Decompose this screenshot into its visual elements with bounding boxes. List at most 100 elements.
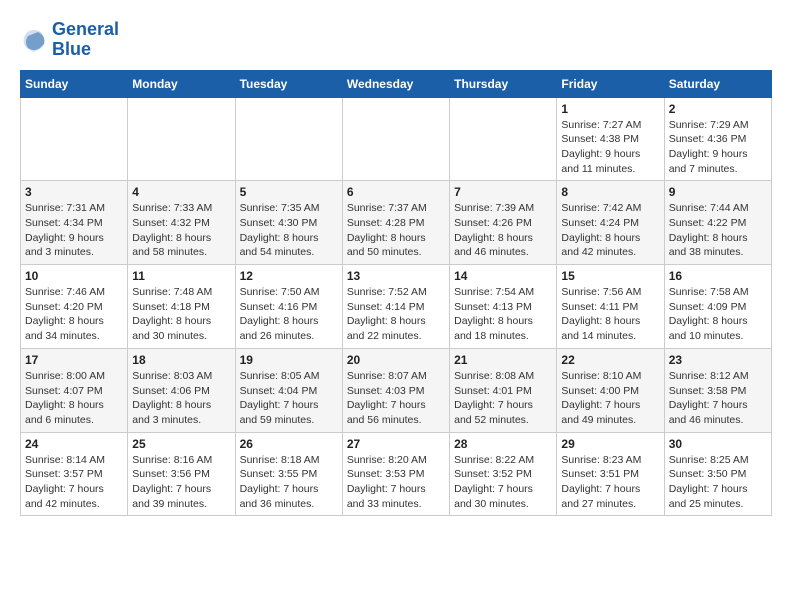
day-header-sunday: Sunday: [21, 70, 128, 97]
calendar-cell: 8 Sunrise: 7:42 AM Sunset: 4:24 PM Daylig…: [557, 181, 664, 265]
day-number: 12: [240, 269, 338, 283]
calendar-cell: 17Sunrise: 8:00 AM Sunset: 4:07 PM Dayli…: [21, 348, 128, 432]
calendar-header: SundayMondayTuesdayWednesdayThursdayFrid…: [21, 70, 772, 97]
day-info: Sunrise: 7:48 AM Sunset: 4:18 PM Dayligh…: [132, 285, 230, 344]
day-info: Sunrise: 8:22 AM Sunset: 3:52 PM Dayligh…: [454, 453, 552, 512]
calendar-cell: 20 Sunrise: 8:07 AM Sunset: 4:03 PM Dayli…: [342, 348, 449, 432]
day-info: Sunrise: 7:54 AM Sunset: 4:13 PM Dayligh…: [454, 285, 552, 344]
calendar-cell: 11Sunrise: 7:48 AM Sunset: 4:18 PM Dayli…: [128, 265, 235, 349]
calendar-week-2: 3Sunrise: 7:31 AM Sunset: 4:34 PM Daylig…: [21, 181, 772, 265]
calendar-cell: 4Sunrise: 7:33 AM Sunset: 4:32 PM Daylig…: [128, 181, 235, 265]
calendar-cell: [128, 97, 235, 181]
calendar-cell: 10 Sunrise: 7:46 AM Sunset: 4:20 PM Dayli…: [21, 265, 128, 349]
day-info: Sunrise: 8:20 AM Sunset: 3:53 PM Dayligh…: [347, 453, 445, 512]
calendar-cell: 7 Sunrise: 7:39 AM Sunset: 4:26 PM Daylig…: [450, 181, 557, 265]
day-number: 8: [561, 185, 659, 199]
day-number: 19: [240, 353, 338, 367]
day-info: Sunrise: 7:52 AM Sunset: 4:14 PM Dayligh…: [347, 285, 445, 344]
day-info: Sunrise: 8:05 AM Sunset: 4:04 PM Dayligh…: [240, 369, 338, 428]
calendar-cell: 24 Sunrise: 8:14 AM Sunset: 3:57 PM Dayli…: [21, 432, 128, 516]
calendar-cell: [342, 97, 449, 181]
day-info: Sunrise: 8:03 AM Sunset: 4:06 PM Dayligh…: [132, 369, 230, 428]
header-row: SundayMondayTuesdayWednesdayThursdayFrid…: [21, 70, 772, 97]
day-info: Sunrise: 7:44 AM Sunset: 4:22 PM Dayligh…: [669, 201, 767, 260]
day-info: Sunrise: 8:08 AM Sunset: 4:01 PM Dayligh…: [454, 369, 552, 428]
day-number: 27: [347, 437, 445, 451]
day-number: 24: [25, 437, 123, 451]
day-number: 22: [561, 353, 659, 367]
day-info: Sunrise: 7:39 AM Sunset: 4:26 PM Dayligh…: [454, 201, 552, 260]
calendar-cell: [21, 97, 128, 181]
day-number: 13: [347, 269, 445, 283]
day-header-wednesday: Wednesday: [342, 70, 449, 97]
day-info: Sunrise: 7:58 AM Sunset: 4:09 PM Dayligh…: [669, 285, 767, 344]
day-info: Sunrise: 7:46 AM Sunset: 4:20 PM Dayligh…: [25, 285, 123, 344]
calendar-cell: 19 Sunrise: 8:05 AM Sunset: 4:04 PM Dayli…: [235, 348, 342, 432]
day-number: 29: [561, 437, 659, 451]
calendar-cell: 25Sunrise: 8:16 AM Sunset: 3:56 PM Dayli…: [128, 432, 235, 516]
day-info: Sunrise: 7:37 AM Sunset: 4:28 PM Dayligh…: [347, 201, 445, 260]
calendar-cell: 27 Sunrise: 8:20 AM Sunset: 3:53 PM Dayli…: [342, 432, 449, 516]
calendar-cell: 13 Sunrise: 7:52 AM Sunset: 4:14 PM Dayli…: [342, 265, 449, 349]
calendar-cell: 18Sunrise: 8:03 AM Sunset: 4:06 PM Dayli…: [128, 348, 235, 432]
calendar-cell: 26 Sunrise: 8:18 AM Sunset: 3:55 PM Dayli…: [235, 432, 342, 516]
calendar-cell: [235, 97, 342, 181]
day-info: Sunrise: 8:10 AM Sunset: 4:00 PM Dayligh…: [561, 369, 659, 428]
day-number: 9: [669, 185, 767, 199]
calendar-cell: 1Sunrise: 7:27 AM Sunset: 4:38 PM Daylig…: [557, 97, 664, 181]
day-info: Sunrise: 7:33 AM Sunset: 4:32 PM Dayligh…: [132, 201, 230, 260]
calendar-cell: 2 Sunrise: 7:29 AM Sunset: 4:36 PM Daylig…: [664, 97, 771, 181]
day-number: 28: [454, 437, 552, 451]
calendar-week-1: 1Sunrise: 7:27 AM Sunset: 4:38 PM Daylig…: [21, 97, 772, 181]
calendar-cell: 3Sunrise: 7:31 AM Sunset: 4:34 PM Daylig…: [21, 181, 128, 265]
calendar-cell: 28 Sunrise: 8:22 AM Sunset: 3:52 PM Dayli…: [450, 432, 557, 516]
day-info: Sunrise: 7:50 AM Sunset: 4:16 PM Dayligh…: [240, 285, 338, 344]
day-info: Sunrise: 8:16 AM Sunset: 3:56 PM Dayligh…: [132, 453, 230, 512]
day-header-saturday: Saturday: [664, 70, 771, 97]
calendar-week-3: 10 Sunrise: 7:46 AM Sunset: 4:20 PM Dayli…: [21, 265, 772, 349]
day-info: Sunrise: 7:35 AM Sunset: 4:30 PM Dayligh…: [240, 201, 338, 260]
calendar-cell: 14 Sunrise: 7:54 AM Sunset: 4:13 PM Dayli…: [450, 265, 557, 349]
calendar-cell: 29 Sunrise: 8:23 AM Sunset: 3:51 PM Dayli…: [557, 432, 664, 516]
day-header-thursday: Thursday: [450, 70, 557, 97]
calendar-cell: 6Sunrise: 7:37 AM Sunset: 4:28 PM Daylig…: [342, 181, 449, 265]
day-number: 5: [240, 185, 338, 199]
day-header-tuesday: Tuesday: [235, 70, 342, 97]
day-info: Sunrise: 8:23 AM Sunset: 3:51 PM Dayligh…: [561, 453, 659, 512]
day-header-monday: Monday: [128, 70, 235, 97]
calendar-body: 1Sunrise: 7:27 AM Sunset: 4:38 PM Daylig…: [21, 97, 772, 516]
day-number: 30: [669, 437, 767, 451]
calendar-week-5: 24 Sunrise: 8:14 AM Sunset: 3:57 PM Dayli…: [21, 432, 772, 516]
day-number: 17: [25, 353, 123, 367]
calendar-cell: 30 Sunrise: 8:25 AM Sunset: 3:50 PM Dayli…: [664, 432, 771, 516]
logo-text: General Blue: [52, 20, 119, 60]
day-number: 16: [669, 269, 767, 283]
day-info: Sunrise: 8:12 AM Sunset: 3:58 PM Dayligh…: [669, 369, 767, 428]
page-header: General Blue: [20, 20, 772, 60]
day-info: Sunrise: 8:14 AM Sunset: 3:57 PM Dayligh…: [25, 453, 123, 512]
calendar-cell: 5 Sunrise: 7:35 AM Sunset: 4:30 PM Daylig…: [235, 181, 342, 265]
day-number: 10: [25, 269, 123, 283]
day-header-friday: Friday: [557, 70, 664, 97]
day-info: Sunrise: 8:25 AM Sunset: 3:50 PM Dayligh…: [669, 453, 767, 512]
calendar-cell: 12 Sunrise: 7:50 AM Sunset: 4:16 PM Dayli…: [235, 265, 342, 349]
day-info: Sunrise: 7:31 AM Sunset: 4:34 PM Dayligh…: [25, 201, 123, 260]
day-info: Sunrise: 7:27 AM Sunset: 4:38 PM Dayligh…: [561, 118, 659, 177]
day-number: 23: [669, 353, 767, 367]
day-number: 14: [454, 269, 552, 283]
day-info: Sunrise: 8:07 AM Sunset: 4:03 PM Dayligh…: [347, 369, 445, 428]
day-number: 26: [240, 437, 338, 451]
calendar-table: SundayMondayTuesdayWednesdayThursdayFrid…: [20, 70, 772, 517]
day-number: 21: [454, 353, 552, 367]
day-info: Sunrise: 8:18 AM Sunset: 3:55 PM Dayligh…: [240, 453, 338, 512]
logo-icon: [20, 26, 48, 54]
logo: General Blue: [20, 20, 119, 60]
calendar-cell: 21 Sunrise: 8:08 AM Sunset: 4:01 PM Dayli…: [450, 348, 557, 432]
day-number: 7: [454, 185, 552, 199]
day-info: Sunrise: 7:29 AM Sunset: 4:36 PM Dayligh…: [669, 118, 767, 177]
day-number: 20: [347, 353, 445, 367]
day-number: 2: [669, 102, 767, 116]
day-info: Sunrise: 7:56 AM Sunset: 4:11 PM Dayligh…: [561, 285, 659, 344]
day-info: Sunrise: 7:42 AM Sunset: 4:24 PM Dayligh…: [561, 201, 659, 260]
calendar-cell: [450, 97, 557, 181]
